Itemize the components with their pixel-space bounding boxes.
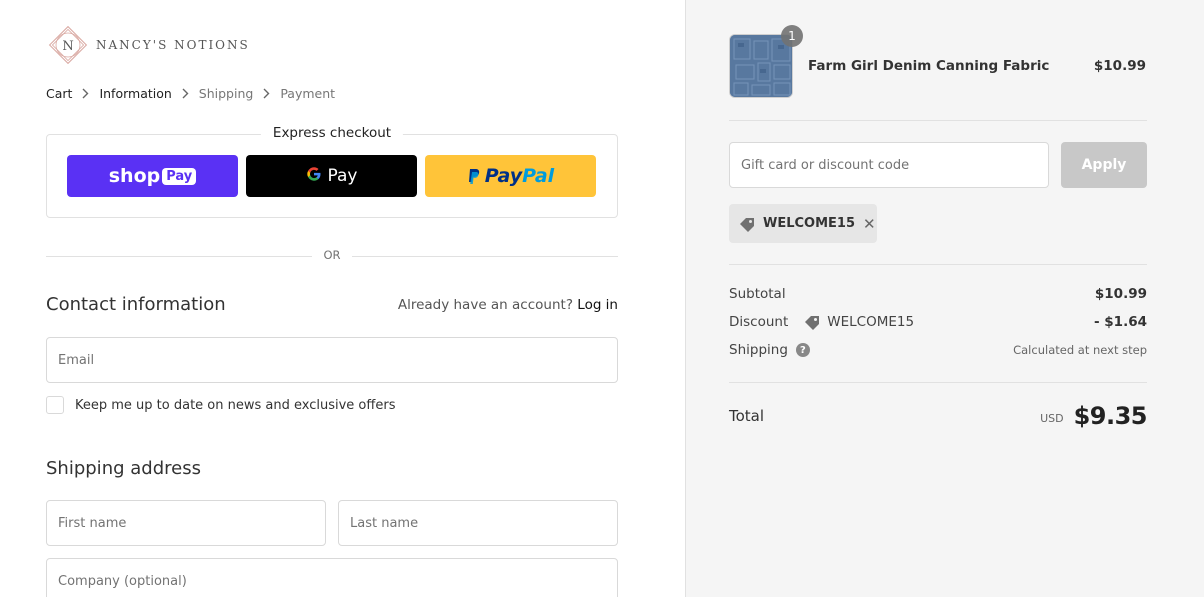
- breadcrumb-payment: Payment: [280, 86, 336, 101]
- breadcrumb-shipping: Shipping: [198, 86, 254, 101]
- product-name: Farm Girl Denim Canning Fabric: [808, 58, 1050, 74]
- apply-discount-button[interactable]: Apply: [1061, 142, 1147, 188]
- shop-pay-button[interactable]: shop Pay: [67, 155, 238, 197]
- paypal-p-icon: [467, 168, 481, 185]
- checkout-main: N NANCY'S NOTIONS Cart Information Shipp…: [0, 0, 685, 597]
- shipping-label: Shipping: [729, 342, 788, 358]
- google-pay-button[interactable]: Pay: [246, 155, 417, 197]
- total-row: Total USD $9.35: [729, 402, 1148, 430]
- discount-code-field[interactable]: [729, 142, 1049, 188]
- shipping-note: Calculated at next step: [1013, 343, 1147, 357]
- express-checkout-title: Express checkout: [260, 125, 404, 141]
- paypal-button[interactable]: Pay Pal: [425, 155, 596, 197]
- summary-divider: [729, 264, 1147, 265]
- last-name-field[interactable]: [338, 500, 618, 546]
- chevron-right-icon: [82, 88, 89, 99]
- company-input[interactable]: [58, 573, 617, 589]
- breadcrumb: Cart Information Shipping Payment: [46, 86, 335, 101]
- store-logo[interactable]: N NANCY'S NOTIONS: [46, 23, 250, 67]
- discount-code-input[interactable]: [741, 157, 1048, 173]
- subtotal-label: Subtotal: [729, 286, 786, 302]
- newsletter-row: Keep me up to date on news and exclusive…: [46, 396, 395, 414]
- subtotal-value: $10.99: [1094, 286, 1147, 302]
- discount-code-chip: WELCOME15: [804, 314, 914, 330]
- order-summary: 1 Farm Girl Denim Canning Fabric $10.99 …: [685, 0, 1204, 597]
- quantity-badge: 1: [781, 25, 803, 47]
- store-name: NANCY'S NOTIONS: [96, 38, 250, 52]
- summary-divider: [729, 382, 1147, 383]
- express-checkout: Express checkout shop Pay Pay Pay Pal: [46, 125, 618, 218]
- company-field[interactable]: [46, 558, 618, 597]
- logo-mark-icon: N: [46, 23, 90, 67]
- google-pay-label: Pay: [327, 166, 358, 186]
- discount-code-text: WELCOME15: [827, 314, 915, 330]
- product-price: $10.99: [1093, 58, 1146, 74]
- summary-divider: [729, 120, 1147, 121]
- or-label: OR: [312, 248, 352, 262]
- email-input[interactable]: [58, 352, 617, 368]
- first-name-field[interactable]: [46, 500, 326, 546]
- total-label: Total: [729, 407, 765, 425]
- newsletter-checkbox[interactable]: [46, 396, 64, 414]
- newsletter-label[interactable]: Keep me up to date on news and exclusive…: [75, 398, 395, 413]
- applied-discount-tag: WELCOME15 ✕: [729, 204, 877, 243]
- logo-letter: N: [62, 39, 73, 54]
- discount-label: Discount: [729, 314, 789, 330]
- currency-code: USD: [1040, 411, 1064, 425]
- shop-pay-word: shop: [108, 165, 161, 187]
- shipping-row: Shipping ? Calculated at next step: [729, 342, 1147, 358]
- breadcrumb-information: Information: [99, 86, 172, 101]
- google-g-icon: [306, 166, 322, 187]
- account-prompt: Already have an account? Log in: [398, 297, 618, 313]
- chevron-right-icon: [263, 88, 270, 99]
- tag-icon: [804, 314, 822, 330]
- applied-discount-code: WELCOME15: [763, 216, 856, 231]
- contact-information-heading: Contact information: [46, 294, 226, 315]
- question-mark-icon[interactable]: ?: [795, 343, 810, 357]
- last-name-input[interactable]: [350, 515, 617, 531]
- breadcrumb-cart[interactable]: Cart: [46, 86, 72, 101]
- paypal-pal-word: Pal: [522, 165, 555, 187]
- tag-icon: [739, 216, 757, 232]
- email-field[interactable]: [46, 337, 618, 383]
- discount-row: Discount WELCOME15 - $1.64: [729, 314, 1147, 330]
- chevron-right-icon: [182, 88, 189, 99]
- login-link[interactable]: Log in: [577, 297, 618, 313]
- close-icon[interactable]: ✕: [863, 215, 876, 233]
- paypal-pay-word: Pay: [484, 165, 523, 187]
- discount-value: - $1.64: [1093, 314, 1147, 330]
- account-prompt-text: Already have an account?: [397, 297, 573, 313]
- shipping-address-heading: Shipping address: [46, 458, 201, 479]
- subtotal-row: Subtotal $10.99: [729, 286, 1147, 302]
- total-value: $9.35: [1073, 402, 1148, 430]
- shop-pay-pill: Pay: [162, 167, 197, 185]
- first-name-input[interactable]: [58, 515, 325, 531]
